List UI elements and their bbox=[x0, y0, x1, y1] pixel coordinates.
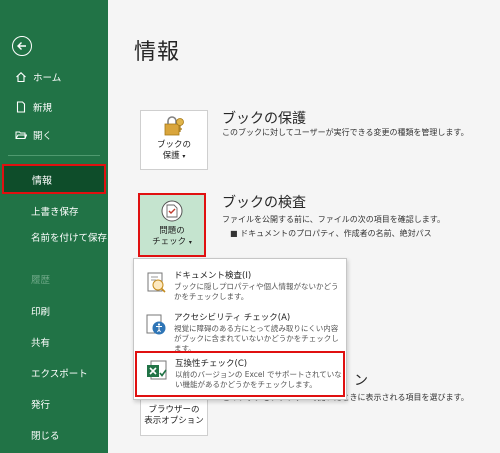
inspect-document-icon bbox=[161, 200, 183, 222]
sidebar-item-close[interactable]: 閉じる bbox=[0, 424, 108, 446]
menu-item-compatibility-check[interactable]: 互換性チェック(C) 以前のバージョンの Excel でサポートされていない機能… bbox=[135, 351, 345, 397]
menu-item-title: ドキュメント検査(I) bbox=[174, 271, 252, 281]
bullet-text: ドキュメントのプロパティ、作成者の名前、絶対パス bbox=[240, 229, 432, 238]
sidebar-item-export[interactable]: エクスポート bbox=[0, 362, 108, 384]
sidebar-item-label: 印刷 bbox=[31, 307, 51, 318]
check-for-issues-menu: ドキュメント検査(I) ブックに隠しプロパティや個人情報がないかどうかをチェック… bbox=[133, 258, 347, 400]
sidebar-divider bbox=[8, 155, 100, 156]
menu-item-title: アクセシビリティ チェック(A) bbox=[174, 313, 291, 323]
inspect-workbook-bullet: ■ ドキュメントのプロパティ、作成者の名前、絶対パス bbox=[230, 228, 432, 239]
dropdown-caret-icon: ▾ bbox=[188, 239, 192, 246]
browser-view-title: ン bbox=[354, 373, 368, 389]
home-icon bbox=[15, 71, 27, 83]
sidebar-item-save[interactable]: 上書き保存 bbox=[0, 200, 108, 222]
sidebar-item-label: エクスポート bbox=[31, 369, 88, 380]
sidebar-item-share[interactable]: 共有 bbox=[0, 331, 108, 353]
sidebar-item-save-as[interactable]: 名前を付けて保存 bbox=[0, 232, 108, 260]
new-document-icon bbox=[15, 101, 27, 113]
menu-item-desc: ブックに隠しプロパティや個人情報がないかどうかをチェックします。 bbox=[174, 282, 339, 301]
bullet-icon: ■ bbox=[230, 229, 238, 238]
sidebar-item-label: 開く bbox=[33, 131, 53, 142]
inspect-workbook-title: ブックの検査 bbox=[222, 195, 306, 211]
button-line: 問題の bbox=[159, 226, 185, 236]
button-line-text: 保護 bbox=[162, 151, 180, 161]
sidebar-item-print[interactable]: 印刷 bbox=[0, 300, 108, 322]
sidebar-item-label: 情報 bbox=[32, 175, 52, 187]
sidebar-item-label: 履歴 bbox=[31, 275, 51, 286]
menu-item-desc: 視覚に障碍のある方にとって読み取りにくい内容がブックに含まれていないかどうかをチ… bbox=[174, 324, 339, 353]
sidebar-item-label: 閉じる bbox=[31, 431, 60, 442]
backstage-sidebar: ホーム 新規 開く 情報 上書き保存 名前を付けて保存 履歴 印刷 共有 エクス… bbox=[0, 0, 108, 453]
page-title: 情報 bbox=[134, 40, 181, 65]
button-line: 表示オプション bbox=[144, 416, 204, 426]
sidebar-item-label: 新規 bbox=[33, 103, 53, 114]
back-arrow-icon[interactable] bbox=[12, 36, 32, 56]
protect-workbook-desc: このブックに対してユーザーが実行できる変更の種類を管理します。 bbox=[222, 128, 469, 137]
sidebar-item-label: 共有 bbox=[31, 338, 51, 349]
menu-item-inspect-document[interactable]: ドキュメント検査(I) ブックに隠しプロパティや個人情報がないかどうかをチェック… bbox=[134, 263, 346, 305]
lock-key-icon bbox=[164, 116, 184, 136]
sidebar-item-label: 名前を付けて保存 bbox=[31, 233, 108, 244]
protect-workbook-button[interactable]: ブックの 保護 ▾ bbox=[140, 110, 208, 170]
sidebar-item-home[interactable]: ホーム bbox=[0, 66, 108, 88]
accessibility-check-icon bbox=[146, 314, 166, 335]
sidebar-item-publish[interactable]: 発行 bbox=[0, 393, 108, 415]
sidebar-item-open[interactable]: 開く bbox=[0, 124, 108, 146]
check-for-issues-label: 問題の チェック ▾ bbox=[152, 226, 192, 255]
inspect-document-icon bbox=[147, 272, 166, 293]
menu-item-title: 互換性チェック(C) bbox=[175, 359, 248, 369]
compatibility-check-icon bbox=[147, 360, 167, 380]
dropdown-caret-icon: ▾ bbox=[182, 153, 186, 160]
menu-item-desc: 以前のバージョンの Excel でサポートされていない機能があるかどうかをチェッ… bbox=[175, 370, 342, 389]
protect-workbook-label: ブックの 保護 ▾ bbox=[157, 140, 191, 169]
button-line: チェック ▾ bbox=[152, 237, 192, 248]
check-for-issues-button[interactable]: 問題の チェック ▾ bbox=[138, 193, 206, 257]
sidebar-item-history: 履歴 bbox=[0, 268, 108, 290]
sidebar-item-label: ホーム bbox=[33, 73, 62, 84]
sidebar-item-label: 上書き保存 bbox=[31, 207, 79, 218]
folder-open-icon bbox=[15, 129, 27, 141]
protect-workbook-title: ブックの保護 bbox=[222, 111, 306, 127]
button-line: ブラウザーの bbox=[148, 405, 200, 415]
inspect-workbook-desc: ファイルを公開する前に、ファイルの次の項目を確認します。 bbox=[222, 215, 445, 224]
sidebar-item-info[interactable]: 情報 bbox=[2, 164, 106, 194]
menu-item-accessibility-check[interactable]: アクセシビリティ チェック(A) 視覚に障碍のある方にとって読み取りにくい内容が… bbox=[134, 305, 346, 353]
button-line-text: チェック bbox=[152, 237, 187, 247]
button-line: 保護 ▾ bbox=[157, 151, 191, 162]
button-line: ブックの bbox=[156, 140, 191, 150]
sidebar-item-label: 発行 bbox=[31, 400, 51, 411]
sidebar-item-new[interactable]: 新規 bbox=[0, 96, 108, 118]
